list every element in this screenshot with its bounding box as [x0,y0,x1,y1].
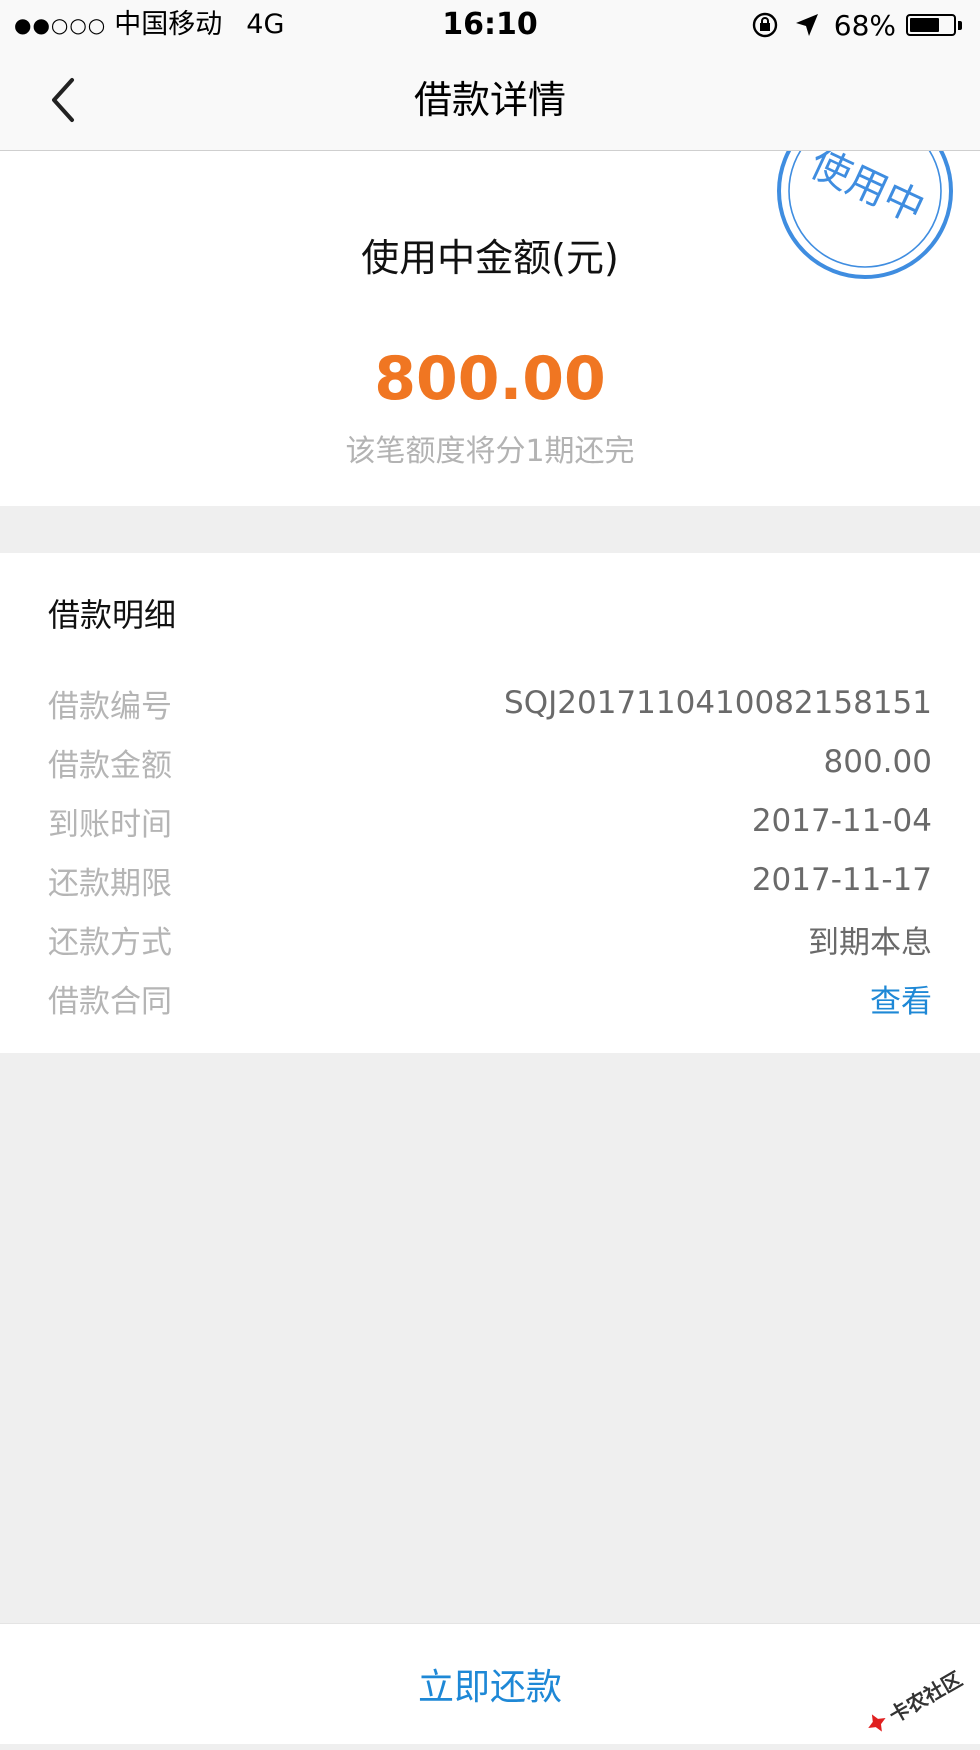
detail-row-arrival-time: 到账时间 2017-11-04 [48,796,932,846]
status-bar: ●●○○○ 中国移动 4G 16:10 68% [0,0,980,50]
installment-note: 该笔额度将分1期还完 [345,434,635,469]
amount-label: 使用中金额(元) [361,236,619,280]
location-arrow-icon [795,14,818,36]
battery-icon [906,14,956,36]
detail-row-repayment-method: 还款方式 到期本息 [48,914,932,964]
detail-label: 到账时间 [48,806,172,843]
rotation-lock-icon [752,12,777,38]
battery-fill [910,18,939,32]
repay-now-button[interactable]: 立即还款 [0,1624,980,1744]
detail-row-loan-number: 借款编号 SQJ20171104100821581​51 [48,678,932,728]
detail-value: 800.00 [823,744,932,780]
loan-details-card: 借款明细 借款编号 SQJ20171104100821581​51 借款金额 8… [0,553,980,1053]
detail-value: SQJ20171104100821581​51 [504,685,932,721]
detail-value: 2017-11-04 [751,803,932,839]
battery-percent: 68% [833,8,896,42]
detail-row-loan-contract: 借款合同 查看 [48,973,932,1023]
battery-nub [958,20,962,30]
bottom-bar: 立即还款 卡农社区 [0,1623,980,1744]
amount-value: 800.00 [374,344,606,414]
detail-label: 借款金额 [48,747,172,784]
details-title: 借款明细 [48,596,177,634]
detail-label: 借款编号 [48,688,172,725]
detail-row-loan-amount: 借款金额 800.00 [48,737,932,787]
detail-label: 借款合同 [48,983,172,1020]
stamp-text: 使用中 [803,151,931,233]
amount-card: 使用中 使用中金额(元) 800.00 该笔额度将分1期还完 [0,151,980,506]
detail-value: 到期本息 [808,924,932,961]
status-right: 68% [750,8,962,42]
detail-value: 2017-11-17 [751,862,932,898]
nav-bar: 借款详情 [0,50,980,151]
view-contract-link[interactable]: 查看 [870,976,932,1021]
page-title: 借款详情 [413,78,566,122]
detail-row-repayment-deadline: 还款期限 2017-11-17 [48,855,932,905]
detail-label: 还款期限 [48,865,172,902]
detail-label: 还款方式 [48,924,172,961]
